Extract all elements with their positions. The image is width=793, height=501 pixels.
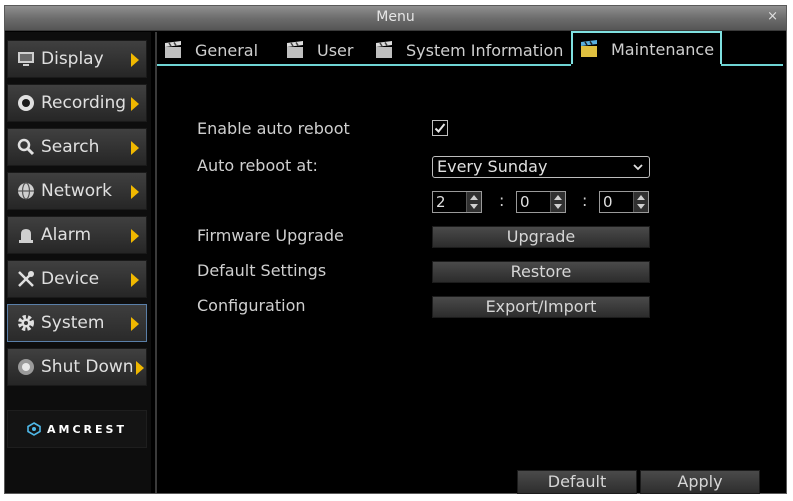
sidebar-item-label: Device	[41, 269, 100, 289]
firmware-upgrade-label: Firmware Upgrade	[197, 226, 344, 245]
chevron-right-icon	[131, 273, 139, 287]
tab-label: User	[317, 40, 354, 60]
title-bar: Menu ×	[5, 6, 786, 31]
hour-stepper[interactable]: 2	[432, 191, 482, 213]
sidebar-item-display[interactable]: Display	[7, 40, 147, 78]
brand-logo: AMCREST	[7, 410, 147, 448]
tab-general[interactable]: General	[163, 33, 258, 67]
alarm-icon	[17, 226, 35, 244]
minute-stepper[interactable]: 0	[516, 191, 566, 213]
restore-button[interactable]: Restore	[432, 261, 650, 283]
minute-value: 0	[520, 193, 530, 211]
gear-icon	[17, 314, 35, 332]
chevron-right-icon	[131, 141, 139, 155]
close-icon[interactable]: ×	[767, 9, 778, 24]
tab-label: Maintenance	[611, 39, 715, 59]
sidebar-divider	[155, 32, 157, 493]
chevron-right-icon	[131, 97, 139, 111]
search-icon	[17, 138, 35, 156]
spin-arrows-icon[interactable]	[633, 192, 648, 212]
spin-arrows-icon[interactable]	[550, 192, 565, 212]
second-stepper[interactable]: 0	[599, 191, 649, 213]
clapper-icon	[376, 41, 392, 58]
clapper-icon	[287, 41, 303, 58]
export-import-button[interactable]: Export/Import	[432, 296, 650, 318]
auto-reboot-label: Enable auto reboot	[197, 119, 350, 138]
configuration-label: Configuration	[197, 296, 306, 315]
chevron-right-icon	[131, 229, 139, 243]
hour-value: 2	[436, 193, 446, 211]
default-button[interactable]: Default	[517, 470, 637, 494]
sidebar-item-alarm[interactable]: Alarm	[7, 216, 147, 254]
recording-icon	[17, 94, 35, 112]
clapper-icon	[165, 41, 181, 58]
time-separator: :	[582, 191, 588, 210]
tab-system-information[interactable]: System Information	[374, 33, 563, 67]
sidebar-item-label: Shut Down	[41, 357, 134, 377]
chevron-right-icon	[131, 53, 139, 67]
power-icon	[17, 358, 35, 376]
sidebar-item-label: Search	[41, 137, 100, 157]
second-value: 0	[603, 193, 613, 211]
tab-active-gap	[571, 64, 721, 66]
sidebar-item-shut-down[interactable]: Shut Down	[7, 348, 147, 386]
reboot-day-select[interactable]: Every Sunday	[432, 156, 650, 178]
sidebar-item-label: Alarm	[41, 225, 92, 245]
sidebar-item-label: System	[41, 313, 105, 333]
sidebar: Display Recording Search Network Alarm D…	[5, 32, 151, 493]
clapper-icon	[581, 40, 597, 57]
time-separator: :	[499, 191, 505, 210]
display-icon	[17, 50, 35, 68]
network-icon	[17, 182, 35, 200]
device-icon	[17, 270, 35, 288]
window-title: Menu	[376, 9, 415, 25]
auto-reboot-checkbox[interactable]	[432, 120, 448, 136]
chevron-right-icon	[131, 185, 139, 199]
apply-button[interactable]: Apply	[640, 470, 760, 494]
tab-maintenance[interactable]: Maintenance	[571, 31, 722, 65]
menu-window: Menu × Display Recording Search Network …	[4, 5, 787, 494]
sidebar-item-device[interactable]: Device	[7, 260, 147, 298]
sidebar-item-search[interactable]: Search	[7, 128, 147, 166]
sidebar-item-recording[interactable]: Recording	[7, 84, 147, 122]
logo-mark-icon	[27, 422, 41, 436]
sidebar-item-network[interactable]: Network	[7, 172, 147, 210]
chevron-right-icon	[131, 317, 139, 331]
reboot-day-value: Every Sunday	[437, 157, 548, 176]
spin-arrows-icon[interactable]	[466, 192, 481, 212]
sidebar-item-label: Display	[41, 49, 104, 69]
tab-label: System Information	[406, 40, 564, 60]
reboot-at-label: Auto reboot at:	[197, 156, 318, 175]
tab-label: General	[195, 40, 259, 60]
sidebar-item-label: Recording	[41, 93, 127, 113]
chevron-right-icon	[136, 361, 144, 375]
logo-text: AMCREST	[47, 422, 127, 436]
upgrade-button[interactable]: Upgrade	[432, 226, 650, 248]
chevron-down-icon	[633, 164, 643, 171]
checkmark-icon	[434, 123, 446, 133]
default-settings-label: Default Settings	[197, 261, 327, 280]
tab-user[interactable]: User	[285, 33, 353, 67]
sidebar-item-system[interactable]: System	[7, 304, 147, 342]
sidebar-item-label: Network	[41, 181, 112, 201]
